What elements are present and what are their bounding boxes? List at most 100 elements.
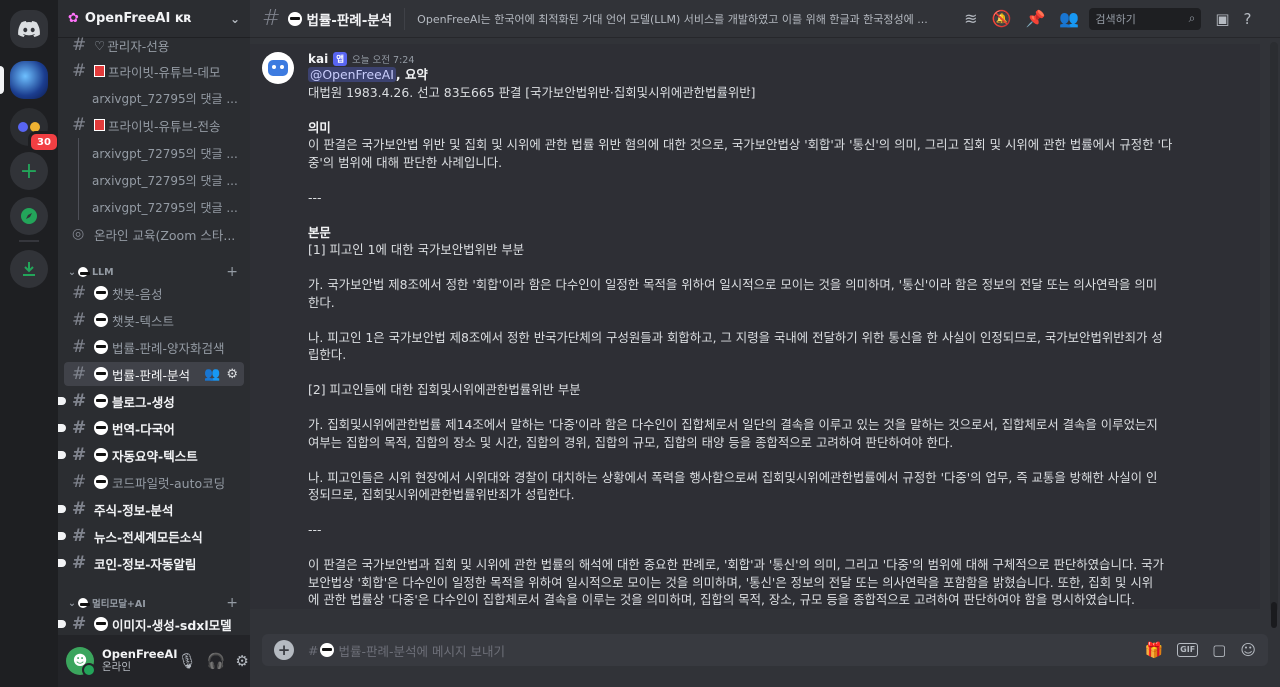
channel-item[interactable]: # 프라이빗-유튜브-데모 bbox=[64, 59, 244, 83]
channel-emoji-icon bbox=[94, 65, 105, 77]
channel-item-selected[interactable]: # 법률-판례-분석 👥 ⚙ bbox=[64, 362, 244, 386]
channel-topic[interactable]: OpenFreeAI는 한국어에 최적화된 거대 언어 모델(LLM) 서비스를… bbox=[417, 11, 952, 27]
channel-emoji-icon bbox=[94, 119, 105, 131]
gif-icon[interactable]: GIF bbox=[1177, 643, 1199, 657]
server-openfreeai-icon[interactable] bbox=[10, 61, 48, 99]
explore-servers-icon[interactable] bbox=[10, 197, 48, 235]
chevron-down-icon: ⌄ bbox=[68, 597, 76, 609]
attach-plus-icon[interactable]: + bbox=[274, 640, 294, 660]
message-line: 립한다. bbox=[308, 347, 347, 362]
unread-dot bbox=[58, 559, 66, 567]
channel-emoji-icon bbox=[94, 617, 108, 631]
message-line: --- bbox=[308, 522, 322, 537]
server-rail: 30 + bbox=[0, 0, 60, 687]
unread-dot bbox=[58, 620, 66, 628]
invite-icon[interactable]: 👥 bbox=[204, 367, 220, 382]
channel-item[interactable]: # 챗봇-음성 bbox=[64, 281, 244, 305]
message-line: 대법원 1983.4.26. 선고 83도665 판결 [국가보안법위반·집회및… bbox=[308, 84, 756, 100]
hash-icon: # bbox=[72, 61, 87, 81]
channel-item[interactable]: # 법률-판례-양자화검색 bbox=[64, 335, 244, 359]
channel-item[interactable]: # 이미지-생성-sdxl모델 bbox=[58, 612, 244, 636]
message-line: --- bbox=[308, 189, 322, 205]
hash-icon: # bbox=[72, 115, 87, 135]
member-list-icon[interactable]: 👥 bbox=[1059, 9, 1079, 28]
pin-icon[interactable]: 📌 bbox=[1026, 9, 1046, 28]
avatar[interactable]: ☻ bbox=[66, 647, 96, 677]
threads-icon[interactable]: ≋ bbox=[964, 9, 977, 28]
home-button[interactable] bbox=[10, 10, 48, 48]
user-panel: ☻ OpenFreeAI 온라인 🎙 🎧 ⚙ bbox=[58, 635, 250, 687]
thread-item[interactable]: arxivgpt_72795의 댓글 ... bbox=[64, 168, 244, 192]
sticker-icon[interactable]: ▢ bbox=[1212, 641, 1226, 659]
chevron-down-icon: ⌄ bbox=[229, 11, 240, 26]
channel-item[interactable]: # 주식-정보-분석 bbox=[58, 497, 244, 521]
category-multimodal[interactable]: ⌄ 멀티모달+AI + bbox=[68, 595, 238, 611]
channel-emoji-icon bbox=[94, 475, 108, 489]
user-info[interactable]: OpenFreeAI 온라인 bbox=[102, 648, 178, 674]
message-author[interactable]: kai bbox=[308, 52, 328, 66]
hash-icon: # bbox=[72, 391, 87, 411]
scrollbar-thumb[interactable] bbox=[1271, 602, 1277, 628]
microphone-icon[interactable]: 🎙 bbox=[178, 652, 197, 670]
unread-dot bbox=[58, 424, 66, 432]
discord-logo-icon bbox=[18, 21, 40, 37]
channel-item[interactable]: # 자동요약-텍스트 bbox=[58, 443, 244, 467]
gift-icon[interactable]: 🎁 bbox=[1144, 641, 1163, 659]
channel-item[interactable]: # 번역-다국어 bbox=[58, 416, 244, 440]
add-channel-icon[interactable]: + bbox=[226, 595, 238, 611]
message-line bbox=[308, 504, 1238, 522]
category-emoji-icon bbox=[77, 598, 90, 608]
add-channel-icon[interactable]: + bbox=[226, 264, 238, 280]
message-line: 가. 국가보안법 제8조에서 정한 '회합'이라 함은 다수인이 일정한 목적을… bbox=[308, 277, 1158, 292]
server-boost-icon: ✿ bbox=[68, 11, 79, 26]
message-line bbox=[308, 171, 1238, 189]
channel-item[interactable]: # 뉴스-전세계모든소식 bbox=[58, 524, 244, 548]
gear-icon[interactable]: ⚙ bbox=[235, 652, 248, 670]
hash-icon: # bbox=[72, 614, 87, 634]
message-line bbox=[308, 399, 1238, 417]
channel-item[interactable]: # 코드파일럿-auto코딩 bbox=[64, 470, 244, 494]
unread-dot bbox=[58, 397, 66, 405]
channel-emoji-icon bbox=[94, 313, 108, 327]
category-llm[interactable]: ⌄ LLM + bbox=[68, 264, 238, 280]
chevron-down-icon: ⌄ bbox=[68, 266, 76, 278]
message-line: [1] 피고인 1에 대한 국가보안법위반 부분 bbox=[308, 242, 525, 257]
thread-item[interactable]: arxivgpt_72795의 댓글 ... bbox=[64, 195, 244, 219]
gear-icon[interactable]: ⚙ bbox=[226, 367, 238, 382]
message: kai 앱 오늘 오전 7:24 @OpenFreeAI, 요약 대법원 1983… bbox=[250, 44, 1260, 609]
unread-dot bbox=[58, 532, 66, 540]
thread-item[interactable]: arxivgpt_72795의 댓글 ... bbox=[64, 141, 244, 165]
stage-channel-item[interactable]: ◎ 온라인 교육(Zoom 스타... bbox=[64, 222, 244, 246]
emoji-icon[interactable]: ☺ bbox=[1240, 641, 1256, 659]
message-line: 나. 피고인들은 시위 현장에서 시위대와 경찰이 대치하는 상황에서 폭력을 … bbox=[308, 469, 1158, 485]
user-mention[interactable]: @OpenFreeAI bbox=[308, 67, 396, 82]
message-input[interactable]: # 법률-판례-분석에 메시지 보내기 bbox=[308, 641, 505, 660]
message-line bbox=[308, 311, 1238, 329]
hash-icon: # bbox=[72, 337, 87, 357]
channel-item[interactable]: # 코인-정보-자동알림 bbox=[58, 551, 244, 575]
message-line: [2] 피고인들에 대한 집회및시위에관한법률위반 부분 bbox=[308, 382, 581, 397]
message-line: 나. 피고인 1은 국가보안법 제8조에서 정한 반국가단체의 구성원들과 회합… bbox=[308, 329, 1163, 345]
message-line bbox=[308, 101, 1238, 119]
headphones-icon[interactable]: 🎧 bbox=[207, 652, 226, 670]
message-line: 이 판결은 국가보안법 위반 및 집회 및 시위에 관한 법률 위반 혐의에 대… bbox=[308, 137, 1173, 152]
inbox-icon[interactable]: ▣ bbox=[1215, 10, 1229, 28]
channel-item[interactable]: # 챗봇-텍스트 bbox=[64, 308, 244, 332]
avatar[interactable] bbox=[262, 52, 294, 84]
thread-item[interactable]: arxivgpt_72795의 댓글 ... bbox=[64, 86, 244, 110]
channel-item[interactable]: # 블로그-생성 bbox=[58, 389, 244, 413]
channel-item[interactable]: # ♡ 관리자-선용 bbox=[64, 33, 244, 57]
add-server-icon[interactable]: + bbox=[10, 152, 48, 190]
channel-item[interactable]: # 프라이빗-유튜브-전송 bbox=[64, 113, 244, 137]
mute-notifications-icon[interactable]: 🔕 bbox=[992, 9, 1012, 28]
scrollbar-track[interactable] bbox=[1270, 42, 1278, 612]
help-icon[interactable]: ? bbox=[1244, 10, 1252, 28]
channel-emoji-icon bbox=[320, 643, 335, 657]
hash-icon: # bbox=[72, 364, 87, 384]
hash-icon: # bbox=[72, 35, 87, 55]
download-apps-icon[interactable] bbox=[10, 250, 48, 288]
message-line: 가. 집회및시위에관한법률 제14조에서 말하는 '다중'이라 함은 다수인이 … bbox=[308, 417, 1158, 432]
search-input[interactable]: 검색하기 ⌕ bbox=[1089, 7, 1202, 30]
unread-dot bbox=[58, 505, 66, 513]
message-composer[interactable]: + # 법률-판례-분석에 메시지 보내기 🎁 GIF ▢ ☺ bbox=[262, 634, 1268, 666]
